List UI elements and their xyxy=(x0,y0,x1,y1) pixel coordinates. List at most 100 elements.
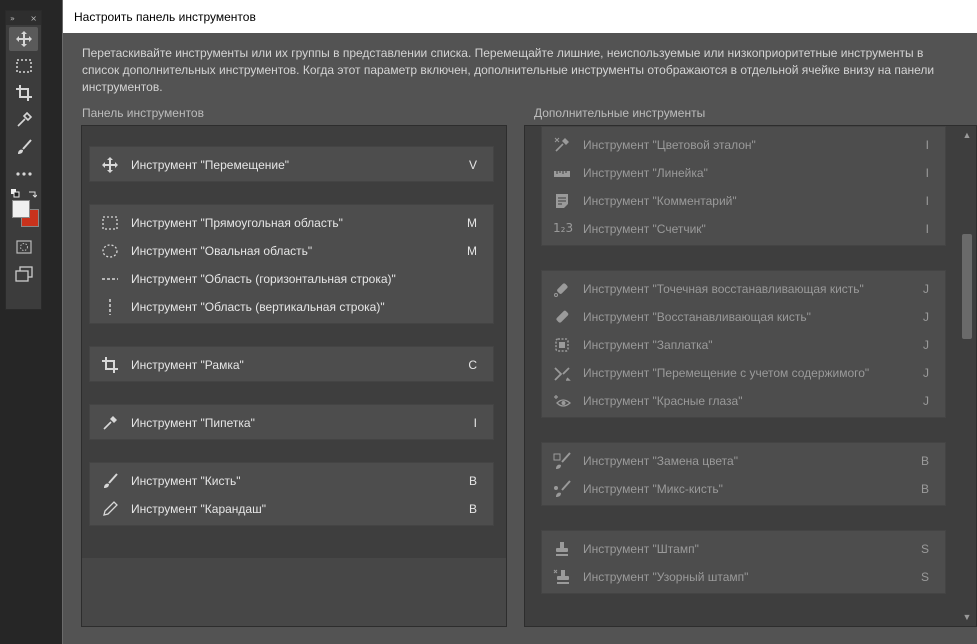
tool-label: Инструмент "Прямоугольная область" xyxy=(131,216,343,230)
foreground-color-swatch[interactable] xyxy=(12,200,30,218)
toolbar-list[interactable]: Инструмент "Перемещение" V Инструмент "Пря… xyxy=(81,125,507,627)
tool-group[interactable]: Инструмент "Кисть" B Инструмент "Карандаш"… xyxy=(89,462,494,526)
spot-healing-brush-icon xyxy=(553,280,571,298)
tool-group[interactable]: Инструмент "Цветовой эталон" I Инструмент … xyxy=(541,126,946,246)
tool-row[interactable]: Инструмент "Комментарий" I xyxy=(542,187,945,215)
close-icon[interactable]: × xyxy=(30,14,37,23)
brush-icon xyxy=(101,472,119,490)
ellipse-marquee-icon xyxy=(101,242,119,260)
tool-group[interactable]: Инструмент "Штамп" S Инструмент "Узорный ш… xyxy=(541,530,946,594)
extra-tools-scrollbar[interactable]: ▲ ▼ xyxy=(958,126,976,626)
tool-row[interactable]: Инструмент "Точечная восстанавливающая к… xyxy=(542,275,945,303)
healing-brush-icon xyxy=(553,308,571,326)
tool-label: Инструмент "Точечная восстанавливающая к… xyxy=(583,282,864,296)
count-icon: 1₂3 xyxy=(553,221,574,235)
crop-tool-button[interactable] xyxy=(9,81,38,105)
extra-tools-list-label: Дополнительные инструменты xyxy=(534,106,706,120)
tool-row[interactable]: Инструмент "Замена цвета" B xyxy=(542,447,945,475)
color-replacement-icon xyxy=(553,452,571,470)
tool-row[interactable]: Инструмент "Пипетка" I xyxy=(90,409,493,437)
dialog-description: Перетаскивайте инструменты или их группы… xyxy=(82,46,935,94)
swap-colors-icon[interactable] xyxy=(28,189,37,198)
tool-group[interactable]: Инструмент "Пипетка" I xyxy=(89,404,494,440)
quick-mask-icon xyxy=(15,240,32,254)
tool-row[interactable]: 1₂3 Инструмент "Счетчик" I xyxy=(542,215,945,243)
tool-row[interactable]: Инструмент "Красные глаза" J xyxy=(542,387,945,415)
toolbar-list-label: Панель инструментов xyxy=(82,106,204,120)
scroll-thumb[interactable] xyxy=(962,234,972,339)
tool-shortcut: I xyxy=(473,416,477,430)
default-colors-icon[interactable] xyxy=(11,189,20,198)
marquee-tool-button[interactable] xyxy=(9,54,38,78)
tool-group[interactable]: Инструмент "Прямоугольная область" M Инстр… xyxy=(89,204,494,324)
tool-label: Инструмент "Линейка" xyxy=(583,166,708,180)
tool-label: Инструмент "Восстанавливающая кисть" xyxy=(583,310,811,324)
tool-row[interactable]: Инструмент "Узорный штамп" S xyxy=(542,563,945,591)
rect-marquee-icon xyxy=(101,214,119,232)
toolbar-list-drop-zone[interactable] xyxy=(82,558,506,626)
note-icon xyxy=(553,192,571,210)
screen-mode-button[interactable] xyxy=(9,262,38,286)
tool-label: Инструмент "Перемещение" xyxy=(131,158,290,172)
red-eye-icon xyxy=(553,392,571,410)
tool-group[interactable]: Инструмент "Перемещение" V xyxy=(89,146,494,182)
tool-row[interactable]: Инструмент "Восстанавливающая кисть" J xyxy=(542,303,945,331)
tool-label: Инструмент "Штамп" xyxy=(583,542,699,556)
scroll-up-icon[interactable]: ▲ xyxy=(962,130,972,140)
tool-row[interactable]: Инструмент "Цветовой эталон" I xyxy=(542,131,945,159)
tools-panel-header: » × xyxy=(6,11,41,25)
tool-shortcut: I xyxy=(925,222,929,236)
tool-row[interactable]: Инструмент "Область (горизонтальная стро… xyxy=(90,265,493,293)
crop-icon xyxy=(101,356,119,374)
tool-shortcut: S xyxy=(920,570,929,584)
more-icon xyxy=(15,172,32,176)
quick-mask-button[interactable] xyxy=(9,235,38,259)
tool-shortcut: J xyxy=(923,366,929,380)
dialog-title: Настроить панель инструментов xyxy=(63,0,977,33)
move-icon xyxy=(101,156,119,174)
brush-tool-button[interactable] xyxy=(9,135,38,159)
eyedropper-icon xyxy=(16,111,32,127)
tool-shortcut: I xyxy=(925,194,929,208)
pattern-stamp-icon xyxy=(553,568,571,586)
tool-row[interactable]: Инструмент "Заплатка" J xyxy=(542,331,945,359)
tool-row[interactable]: Инструмент "Прямоугольная область" M xyxy=(90,209,493,237)
tool-row[interactable]: Инструмент "Рамка" C xyxy=(90,351,493,379)
clone-stamp-icon xyxy=(553,540,571,558)
collapse-icon[interactable]: » xyxy=(10,14,15,23)
tool-label: Инструмент "Замена цвета" xyxy=(583,454,738,468)
tool-group[interactable]: Инструмент "Рамка" C xyxy=(89,346,494,382)
tool-row[interactable]: Инструмент "Кисть" B xyxy=(90,467,493,495)
extra-tools-list[interactable]: ▲ ▼ Инструмент "Цветовой эталон" I Инструм… xyxy=(524,125,977,627)
tool-group[interactable]: Инструмент "Замена цвета" B Инструмент "Ми… xyxy=(541,442,946,506)
screen: » × Настроить панель инструментов Перета… xyxy=(0,0,977,644)
tool-row[interactable]: Инструмент "Карандаш" B xyxy=(90,495,493,523)
tool-shortcut: B xyxy=(468,474,477,488)
tool-shortcut: S xyxy=(920,542,929,556)
tool-row[interactable]: Инструмент "Линейка" I xyxy=(542,159,945,187)
tool-label: Инструмент "Узорный штамп" xyxy=(583,570,749,584)
tool-row[interactable]: Инструмент "Перемещение с учетом содержи… xyxy=(542,359,945,387)
tool-row[interactable]: Инструмент "Область (вертикальная строка… xyxy=(90,293,493,321)
eyedropper-icon xyxy=(101,414,119,432)
tool-shortcut: B xyxy=(920,482,929,496)
tool-row[interactable]: Инструмент "Овальная область" M xyxy=(90,237,493,265)
tool-shortcut: M xyxy=(467,244,477,258)
move-tool-button[interactable] xyxy=(9,27,38,51)
tool-shortcut: B xyxy=(468,502,477,516)
tool-row[interactable]: Инструмент "Микс-кисть" B xyxy=(542,475,945,503)
tool-row[interactable]: Инструмент "Штамп" S xyxy=(542,535,945,563)
more-tools-button[interactable] xyxy=(9,162,38,186)
eyedropper-tool-button[interactable] xyxy=(9,108,38,132)
move-icon xyxy=(15,31,32,47)
tool-label: Инструмент "Красные глаза" xyxy=(583,394,743,408)
mixer-brush-icon xyxy=(553,480,571,498)
content-aware-move-icon xyxy=(553,364,571,382)
scroll-down-icon[interactable]: ▼ xyxy=(962,612,972,622)
tool-label: Инструмент "Микс-кисть" xyxy=(583,482,723,496)
tool-group[interactable]: Инструмент "Точечная восстанавливающая к… xyxy=(541,270,946,418)
tool-row[interactable]: Инструмент "Перемещение" V xyxy=(90,151,493,179)
tool-shortcut: M xyxy=(467,216,477,230)
screen-mode-icon xyxy=(14,266,33,282)
tool-label: Инструмент "Заплатка" xyxy=(583,338,713,352)
